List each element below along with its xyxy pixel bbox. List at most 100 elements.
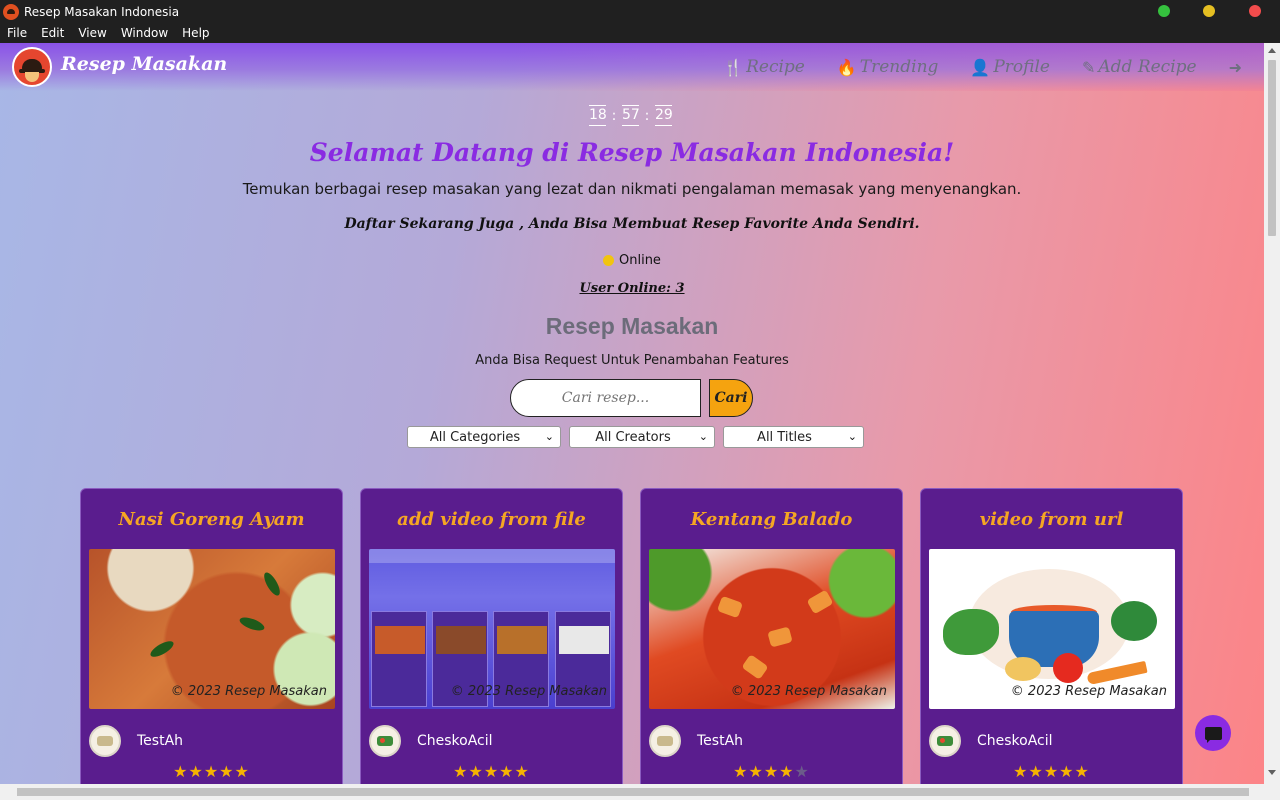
vertical-scrollbar[interactable] xyxy=(1264,43,1280,784)
creator-name[interactable]: TestAh xyxy=(697,733,743,749)
section-title: Resep Masakan xyxy=(545,313,719,339)
online-status: Online xyxy=(603,253,661,268)
search-button[interactable]: Cari xyxy=(709,379,753,417)
close-button[interactable] xyxy=(1249,5,1261,17)
clock-separator: : xyxy=(644,107,650,124)
scroll-down-icon[interactable] xyxy=(1268,770,1276,775)
nav-add-recipe[interactable]: ✎ Add Recipe xyxy=(1082,57,1197,77)
rating-stars: ★★★★★ xyxy=(921,762,1182,781)
recipe-title[interactable]: add video from file xyxy=(361,509,622,530)
recipe-title[interactable]: video from url xyxy=(921,509,1182,530)
recipe-card[interactable]: add video from file © 2023 Resep Masakan… xyxy=(360,488,623,784)
recipe-image[interactable]: © 2023 Resep Masakan xyxy=(649,549,895,709)
image-watermark: © 2023 Resep Masakan xyxy=(1010,684,1167,699)
avatar xyxy=(369,725,401,757)
creator-name[interactable]: CheskoAcil xyxy=(977,733,1053,749)
creator-name[interactable]: TestAh xyxy=(137,733,183,749)
app-icon xyxy=(3,3,19,20)
chat-button[interactable] xyxy=(1195,715,1231,751)
creator-name[interactable]: CheskoAcil xyxy=(417,733,493,749)
rating-stars: ★★★★★ xyxy=(81,762,342,781)
title-select-value: All Titles xyxy=(757,429,812,445)
nav-recipe-label: Recipe xyxy=(746,57,805,77)
status-label: Online xyxy=(619,253,661,268)
chevron-down-icon: ⌄ xyxy=(544,430,554,443)
user-circle-icon: 👤 xyxy=(970,57,991,77)
logout-button[interactable]: ➜ xyxy=(1229,57,1242,77)
chevron-down-icon: ⌄ xyxy=(847,430,857,443)
scroll-up-icon[interactable] xyxy=(1268,48,1276,53)
clock: 18 : 57 : 29 xyxy=(589,105,673,126)
image-watermark: © 2023 Resep Masakan xyxy=(450,684,607,699)
filters: All Categories ⌄ All Creators ⌄ All Titl… xyxy=(407,426,864,448)
recipe-image[interactable]: © 2023 Resep Masakan xyxy=(369,549,615,709)
chat-icon xyxy=(1204,726,1222,743)
creator-select[interactable]: All Creators ⌄ xyxy=(569,426,715,448)
recipe-cards: Nasi Goreng Ayam © 2023 Resep Masakan Te… xyxy=(80,488,1183,784)
recipe-image[interactable]: © 2023 Resep Masakan xyxy=(89,549,335,709)
image-watermark: © 2023 Resep Masakan xyxy=(170,684,327,699)
menu-file[interactable]: File xyxy=(7,26,27,40)
avatar xyxy=(929,725,961,757)
rating-stars: ★★★★★ xyxy=(361,762,622,781)
minimize-button[interactable] xyxy=(1203,5,1215,17)
tagline: Temukan berbagai resep masakan yang leza… xyxy=(242,180,1022,198)
star-empty-icons: ★ xyxy=(794,762,810,781)
window-titlebar: Resep Masakan Indonesia xyxy=(0,0,1280,23)
recipe-card[interactable]: Kentang Balado © 2023 Resep Masakan Test… xyxy=(640,488,903,784)
nav-trending-label: Trending xyxy=(859,57,939,77)
clock-separator: : xyxy=(611,107,617,124)
star-icons: ★★★★ xyxy=(733,762,795,781)
nav-links: 🍴 Recipe 🔥 Trending 👤 Profile ✎ Add Reci… xyxy=(723,57,1242,77)
clock-minutes: 57 xyxy=(622,105,640,126)
menu-window[interactable]: Window xyxy=(121,26,168,40)
menu-edit[interactable]: Edit xyxy=(41,26,64,40)
pencil-icon: ✎ xyxy=(1081,57,1096,77)
search-bar: Cari xyxy=(510,379,753,417)
fire-icon: 🔥 xyxy=(836,57,857,77)
logo[interactable] xyxy=(12,47,52,87)
image-watermark: © 2023 Resep Masakan xyxy=(730,684,887,699)
clock-seconds: 29 xyxy=(655,105,673,126)
brand-title[interactable]: Resep Masakan xyxy=(61,53,227,75)
user-online-count: User Online: 3 xyxy=(579,281,685,296)
category-select[interactable]: All Categories ⌄ xyxy=(407,426,561,448)
signup-prompt: Daftar Sekarang Juga , Anda Bisa Membuat… xyxy=(344,216,920,232)
scrollbar-thumb[interactable] xyxy=(17,788,1249,796)
recipe-card[interactable]: Nasi Goreng Ayam © 2023 Resep Masakan Te… xyxy=(80,488,343,784)
nav-add-recipe-label: Add Recipe xyxy=(1098,57,1197,77)
status-dot-icon xyxy=(603,255,614,266)
maximize-button[interactable] xyxy=(1158,5,1170,17)
chevron-down-icon: ⌄ xyxy=(698,430,708,443)
avatar xyxy=(89,725,121,757)
nav-recipe[interactable]: 🍴 Recipe xyxy=(723,57,805,77)
rating-stars: ★★★★★ xyxy=(641,762,902,781)
logout-icon: ➜ xyxy=(1228,57,1242,77)
window-title: Resep Masakan Indonesia xyxy=(24,4,180,19)
utensils-icon: 🍴 xyxy=(723,57,744,77)
welcome-heading: Selamat Datang di Resep Masakan Indonesi… xyxy=(309,138,955,167)
avatar xyxy=(649,725,681,757)
nav-profile-label: Profile xyxy=(993,57,1050,77)
clock-hours: 18 xyxy=(589,105,607,126)
creator-select-value: All Creators xyxy=(595,429,671,445)
star-icons: ★★★★★ xyxy=(1013,762,1090,781)
scrollbar-thumb[interactable] xyxy=(1268,60,1276,236)
category-select-value: All Categories xyxy=(429,429,521,445)
navbar: Resep Masakan 🍴 Recipe 🔥 Trending 👤 Prof… xyxy=(0,43,1264,91)
star-icons: ★★★★★ xyxy=(453,762,530,781)
search-input[interactable] xyxy=(510,379,701,417)
nav-trending[interactable]: 🔥 Trending xyxy=(837,57,939,77)
recipe-title[interactable]: Kentang Balado xyxy=(641,509,902,530)
section-subtitle: Anda Bisa Request Untuk Penambahan Featu… xyxy=(475,353,789,368)
star-icons: ★★★★★ xyxy=(173,762,250,781)
menu-help[interactable]: Help xyxy=(182,26,209,40)
nav-profile[interactable]: 👤 Profile xyxy=(970,57,1050,77)
menu-bar: File Edit View Window Help xyxy=(0,23,1280,43)
horizontal-scrollbar[interactable] xyxy=(0,784,1280,800)
recipe-image[interactable]: © 2023 Resep Masakan xyxy=(929,549,1175,709)
menu-view[interactable]: View xyxy=(78,26,106,40)
recipe-title[interactable]: Nasi Goreng Ayam xyxy=(81,509,342,530)
recipe-card[interactable]: video from url © 2023 Resep Masakan Ches… xyxy=(920,488,1183,784)
title-select[interactable]: All Titles ⌄ xyxy=(723,426,864,448)
